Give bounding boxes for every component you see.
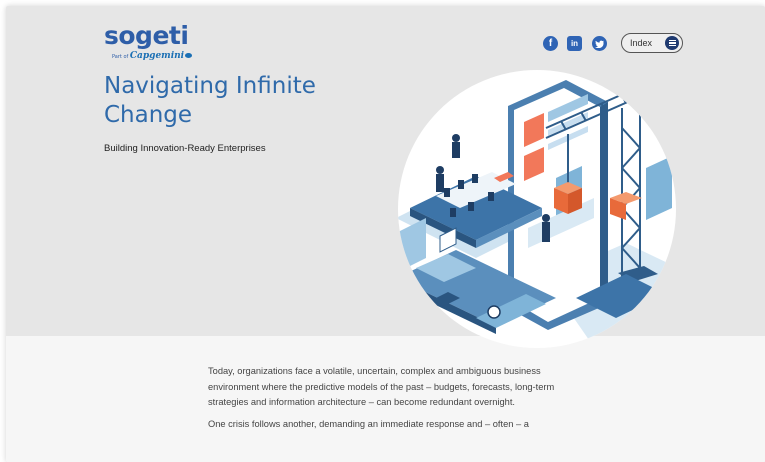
menu-icon [665,36,679,50]
index-label: Index [630,38,653,48]
twitter-icon[interactable] [592,36,607,51]
page-subtitle: Building Innovation-Ready Enterprises [104,143,266,154]
hero-section: sogeti Part of Capgemini Navigating Infi… [6,6,765,348]
article-paragraph: Today, organizations face a volatile, un… [208,366,555,407]
sogeti-logo[interactable]: sogeti Part of Capgemini [104,21,193,61]
twitter-bird-icon [595,40,604,48]
logo-tagline-prefix: Part of [112,54,129,60]
logo-tagline: Part of Capgemini [112,51,193,61]
article-paragraph: One crisis follows another, demanding an… [208,418,529,429]
linkedin-icon[interactable]: in [567,36,582,51]
facebook-icon[interactable]: f [543,36,558,51]
index-menu-button[interactable]: Index [621,33,683,53]
hero-illustration [398,70,676,348]
article-body: Today, organizations face a volatile, un… [208,364,588,438]
logo-wordmark: sogeti [104,21,189,50]
page-frame: sogeti Part of Capgemini Navigating Infi… [6,6,765,462]
browser-viewport: sogeti Part of Capgemini Navigating Infi… [0,0,765,462]
logo-tagline-company: Capgemini [129,51,185,61]
capgemini-spade-icon [185,53,193,58]
page-title: Navigating Infinite Change [104,73,316,128]
